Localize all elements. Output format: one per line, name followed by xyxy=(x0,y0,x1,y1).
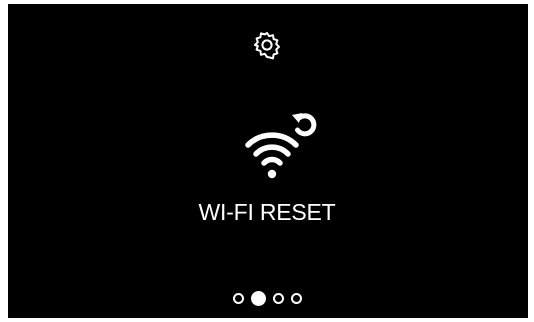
device-frame: WI-FI RESET xyxy=(0,0,534,322)
page-indicator xyxy=(0,289,534,307)
page-dot-1[interactable] xyxy=(232,292,244,304)
page-dot-3[interactable] xyxy=(272,292,284,304)
page-dot-4[interactable] xyxy=(290,292,302,304)
page-dot-2-active[interactable] xyxy=(250,290,266,306)
gear-icon[interactable] xyxy=(252,30,282,60)
screen-title: WI-FI RESET xyxy=(198,199,336,225)
wifi-reset-icon xyxy=(242,110,324,182)
